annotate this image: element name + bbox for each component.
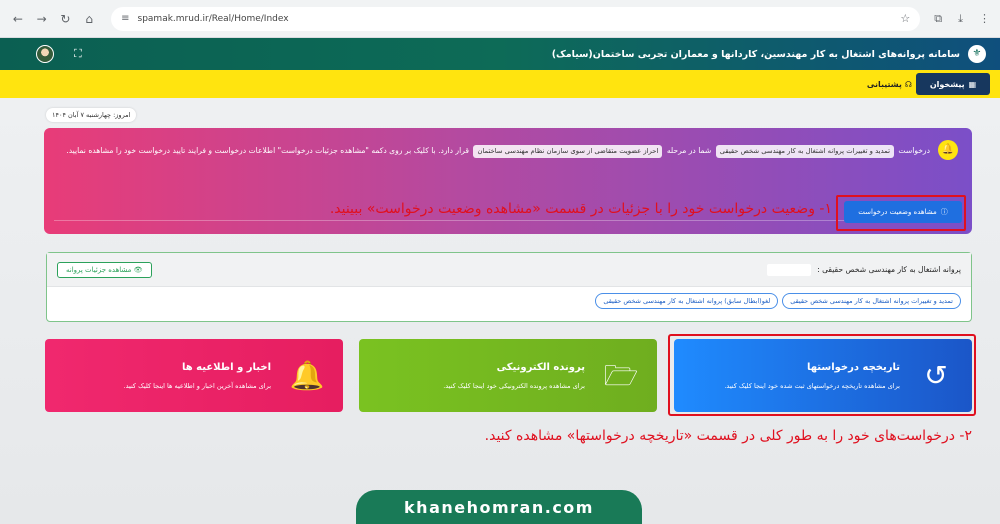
alert-prefix: درخواست xyxy=(898,146,930,155)
request-alert-card: 🔔 درخواست تمدید و تغییرات پروانه اشتغال … xyxy=(44,128,972,234)
news-subtitle: برای مشاهده آخرین اخبار و اطلاعیه ها این… xyxy=(123,381,271,390)
today-date: امروز: چهارشنبه ۷ آبان ۱۴۰۴ xyxy=(46,108,137,122)
headset-icon: ☊ xyxy=(904,79,912,89)
app-title: سامانه پروانه‌های اشتغال به کار مهندسین،… xyxy=(551,48,960,60)
request-stage-chip: احراز عضویت متقاضی از سوی سازمان نظام مه… xyxy=(473,145,663,158)
menu-dashboard[interactable]: ▦ پیشخوان xyxy=(916,73,990,95)
alert-suffix: قرار دارد. با کلیک بر روی دکمه "مشاهده ج… xyxy=(66,146,470,155)
tile-news[interactable]: 🔔 اخبار و اطلاعیه ها برای مشاهده آخرین ا… xyxy=(45,339,343,412)
news-title: اخبار و اطلاعیه ها xyxy=(182,361,271,373)
license-number xyxy=(767,263,812,276)
back-icon[interactable]: ← xyxy=(10,11,26,27)
dashboard-icon: ▦ xyxy=(968,79,977,89)
annotation-step-2: ۲- درخواست‌های خود را به طور کلی در قسمت… xyxy=(484,428,972,444)
history-tile-highlight xyxy=(668,334,976,416)
tag-renew-license[interactable]: تمدید و تغییرات پروانه اشتغال به کار مهن… xyxy=(782,293,961,309)
site-info-icon[interactable]: ≡ xyxy=(121,13,129,24)
license-title: پروانه اشتغال به کار مهندسی شخص حقیقی : xyxy=(767,263,961,276)
alert-message: درخواست تمدید و تغییرات پروانه اشتغال به… xyxy=(64,142,952,159)
eye-icon: 👁 xyxy=(133,265,143,274)
emblem-icon: ⚜ xyxy=(968,45,986,63)
app-header: ⛶ ⚜ سامانه پروانه‌های اشتغال به کار مهند… xyxy=(0,38,1000,70)
view-request-status-button[interactable]: ⓘ مشاهده وضعیت درخواست xyxy=(844,201,962,223)
browser-menu-icon[interactable]: ⋮ xyxy=(979,12,990,26)
view-license-details-button[interactable]: 👁 مشاهده جزئیات پروانه xyxy=(57,261,152,278)
alert-divider xyxy=(54,220,962,221)
download-icon[interactable]: ⤓ xyxy=(958,12,963,26)
url-text: spamak.mrud.ir/Real/Home/Index xyxy=(137,13,289,24)
license-card: 👁 مشاهده جزئیات پروانه پروانه اشتغال به … xyxy=(46,252,972,322)
tile-electronic-file[interactable]: 🗁 پرونده الکترونیکی برای مشاهده پرونده ا… xyxy=(359,339,657,412)
browser-toolbar: ← → ↻ ⌂ ≡ spamak.mrud.ir/Real/Home/Index… xyxy=(0,0,1000,38)
menu-support[interactable]: ☊ پشتیبانی xyxy=(867,80,912,89)
bell-icon: 🔔 xyxy=(289,358,325,392)
fullscreen-icon[interactable]: ⛶ xyxy=(74,47,82,61)
tag-cancel-license[interactable]: لغو(ابطال سابق) پروانه اشتغال به کار مهن… xyxy=(595,293,779,309)
brand-watermark: khanehomran.com xyxy=(356,490,642,524)
user-avatar[interactable] xyxy=(36,45,54,63)
bookmark-star-icon[interactable]: ☆ xyxy=(900,12,910,25)
license-actions: تمدید و تغییرات پروانه اشتغال به کار مهن… xyxy=(47,287,971,309)
annotation-step-1: ۱- وضعیت درخواست خود را با جزئیات در قسم… xyxy=(329,201,832,217)
address-bar[interactable]: ≡ spamak.mrud.ir/Real/Home/Index ☆ xyxy=(111,6,921,31)
license-title-text: پروانه اشتغال به کار مهندسی شخص حقیقی : xyxy=(817,265,961,274)
menu-dashboard-label: پیشخوان xyxy=(929,79,965,89)
files-title: پرونده الکترونیکی xyxy=(496,361,585,373)
info-icon: ⓘ xyxy=(940,208,948,216)
menu-bar: ▦ پیشخوان ☊ پشتیبانی xyxy=(0,70,1000,98)
folder-open-icon: 🗁 xyxy=(603,358,639,392)
home-icon[interactable]: ⌂ xyxy=(81,11,97,27)
license-details-label: مشاهده جزئیات پروانه xyxy=(66,265,132,274)
alert-middle: شما در مرحله xyxy=(666,146,712,155)
request-type-chip: تمدید و تغییرات پروانه اشتغال به کار مهن… xyxy=(715,145,894,158)
forward-icon[interactable]: → xyxy=(34,11,50,27)
menu-support-label: پشتیبانی xyxy=(866,79,902,89)
bell-icon: 🔔 xyxy=(938,140,958,160)
status-button-label: مشاهده وضعیت درخواست xyxy=(858,208,937,216)
reload-icon[interactable]: ↻ xyxy=(58,11,74,27)
extensions-icon[interactable]: ⧉ xyxy=(934,12,942,26)
files-subtitle: برای مشاهده پرونده الکترونیکی خود اینجا … xyxy=(443,381,585,390)
